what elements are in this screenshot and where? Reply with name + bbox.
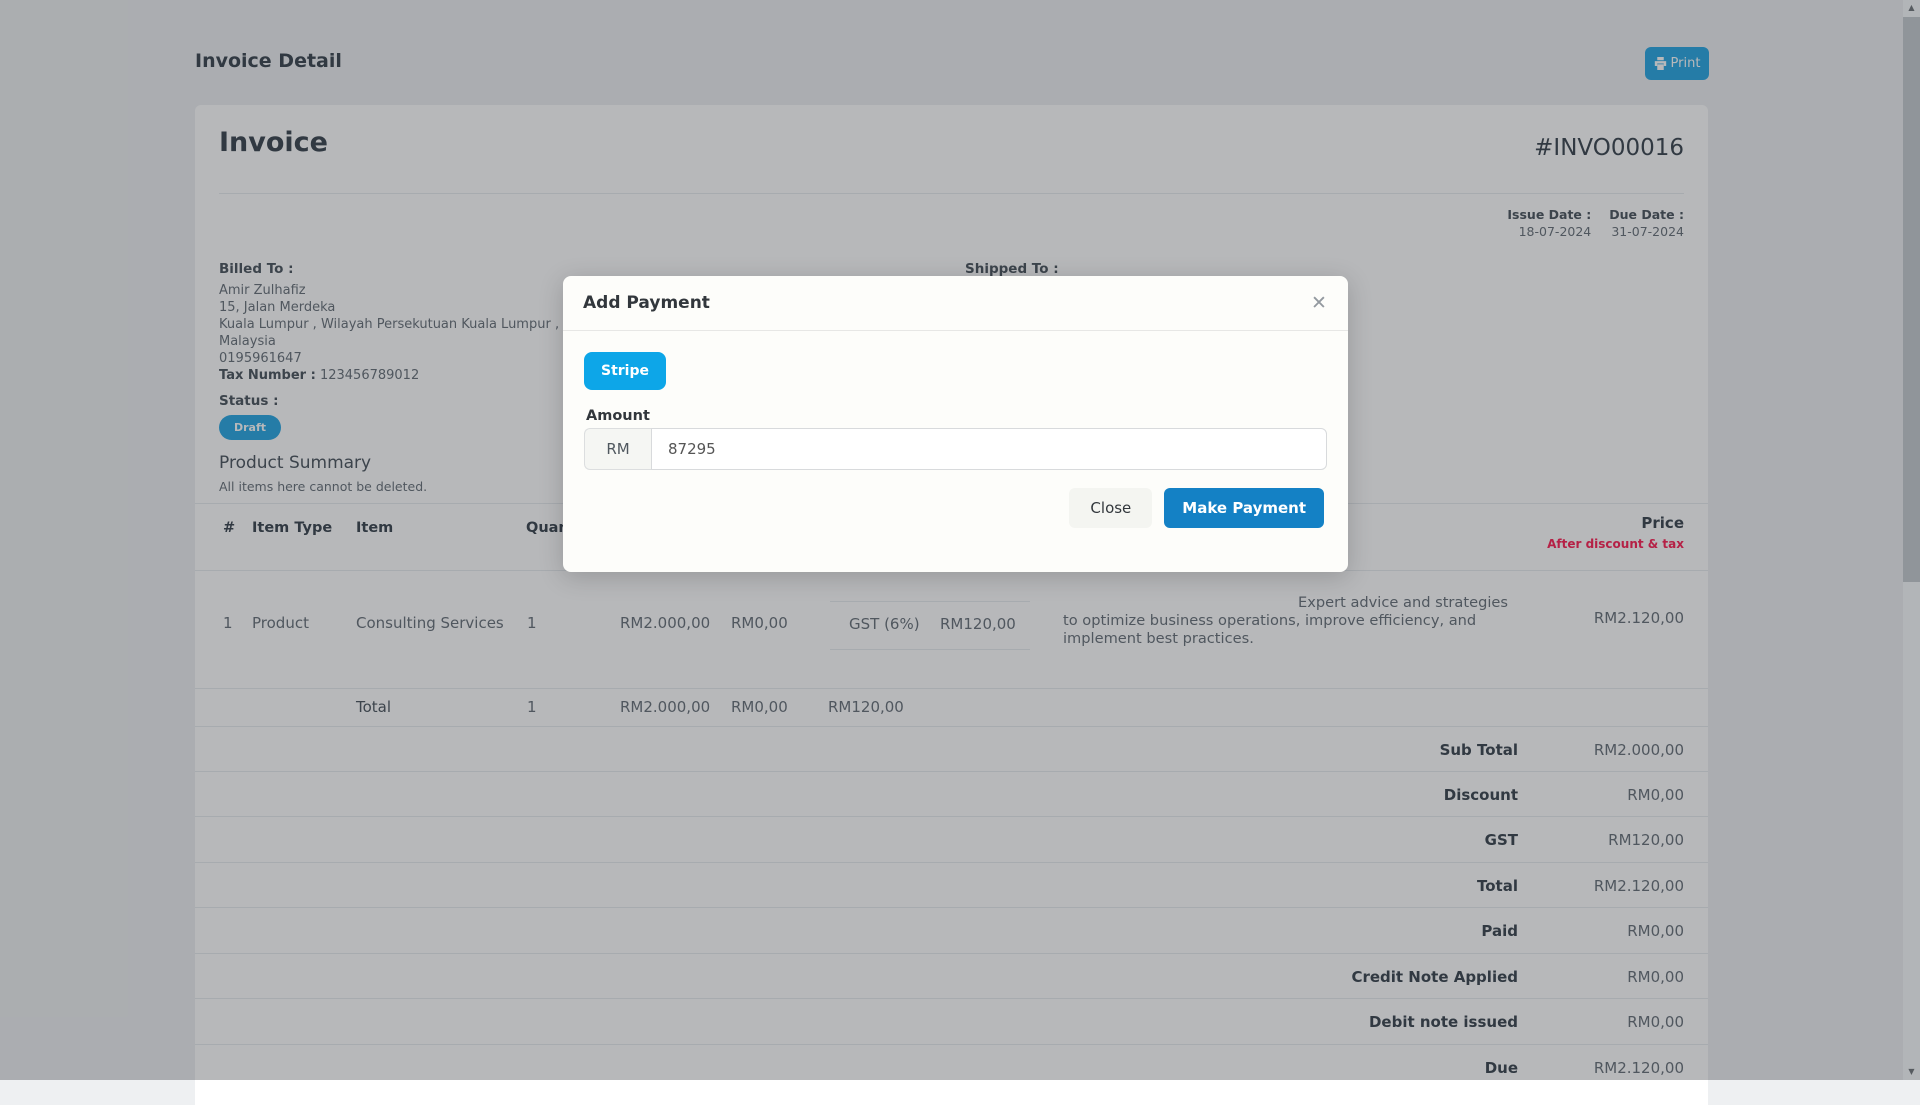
close-icon[interactable]: ✕: [1304, 288, 1334, 318]
add-payment-modal: Add Payment ✕ Stripe Amount RM Close Mak…: [563, 276, 1348, 572]
scrollbar-up-icon[interactable]: ▲: [1903, 0, 1920, 16]
scrollbar-down-icon[interactable]: ▼: [1903, 1064, 1920, 1080]
scrollbar[interactable]: ▲ ▼: [1903, 0, 1920, 1080]
stripe-button[interactable]: Stripe: [584, 352, 666, 390]
amount-input[interactable]: [651, 428, 1327, 470]
make-payment-button[interactable]: Make Payment: [1164, 488, 1324, 528]
close-button[interactable]: Close: [1069, 488, 1152, 528]
modal-title: Add Payment: [583, 293, 710, 313]
scrollbar-thumb[interactable]: [1903, 17, 1920, 582]
modal-header: Add Payment ✕: [563, 276, 1348, 331]
amount-input-group: RM: [584, 428, 1327, 470]
currency-prefix: RM: [584, 428, 651, 470]
modal-footer: Close Make Payment: [1069, 488, 1324, 528]
amount-label: Amount: [586, 408, 650, 424]
